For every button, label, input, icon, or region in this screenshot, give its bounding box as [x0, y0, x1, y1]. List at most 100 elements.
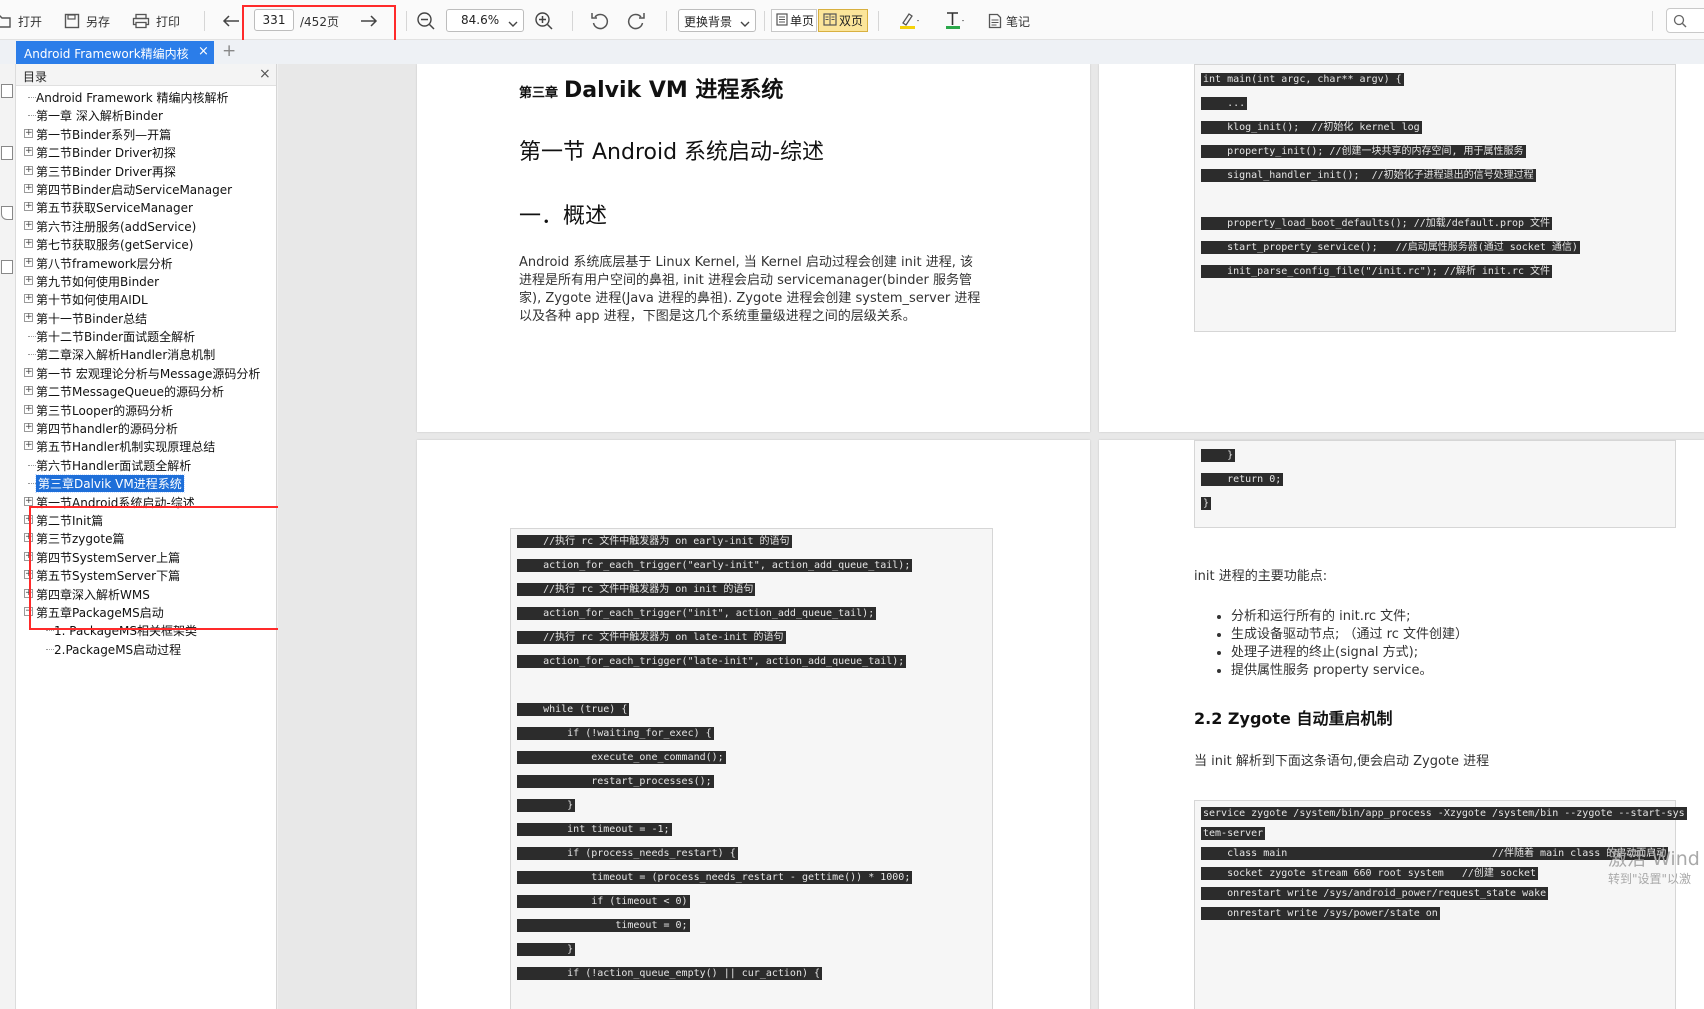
- outline-item[interactable]: + 第三节Binder Driver再探: [16, 161, 276, 179]
- expand-icon[interactable]: +: [24, 386, 33, 396]
- rotate-left-button[interactable]: [590, 10, 610, 32]
- list-item: 处理子进程的终止(signal 方式);: [1231, 644, 1468, 662]
- expand-icon[interactable]: +: [24, 147, 33, 157]
- outline-item[interactable]: Android Framework 精编内核解析: [16, 87, 276, 105]
- page-bottom-right: } return 0;} init 进程的主要功能点: 分析和运行所有的 ini…: [1099, 440, 1704, 1009]
- outline-item[interactable]: + 第一节Binder系列—开篇: [16, 124, 276, 142]
- notes-button[interactable]: 笔记: [988, 10, 1030, 32]
- expand-icon[interactable]: +: [24, 220, 33, 230]
- open-button[interactable]: 打开: [0, 10, 42, 32]
- printer-icon: [132, 13, 150, 29]
- outline-item-label: 2.PackageMS启动过程: [54, 642, 182, 657]
- outline-item[interactable]: + 第十一节Binder总结: [16, 308, 276, 326]
- tab-close-icon[interactable]: ×: [198, 44, 209, 59]
- code-line: class main //伴随着 main class 的启动而启动: [1201, 847, 1669, 860]
- code-line: tem-server: [1201, 827, 1266, 840]
- outline-item-label: 第二章深入解析Handler消息机制: [36, 348, 216, 363]
- zoom-in-button[interactable]: [534, 10, 554, 32]
- document-view[interactable]: 第三章 Dalvik VM 进程系统 第一节 Android 系统启动-综述 一．…: [278, 64, 1704, 1009]
- zoom-out-button[interactable]: [416, 10, 436, 32]
- code-line: service zygote /system/bin/app_process -…: [1201, 807, 1687, 820]
- outline-item[interactable]: + 第四节handler的源码分析: [16, 418, 276, 436]
- expand-icon[interactable]: +: [24, 294, 33, 304]
- zoom-select[interactable]: 84.6%: [446, 9, 524, 32]
- text-color-button[interactable]: [944, 10, 966, 32]
- toolbar-divider: [1652, 11, 1653, 31]
- outline-item[interactable]: + 第二节Binder Driver初探: [16, 142, 276, 160]
- outline-tab-icon[interactable]: [1, 84, 13, 98]
- outline-item[interactable]: + 第五节Handler机制实现原理总结: [16, 436, 276, 454]
- expand-icon[interactable]: +: [24, 312, 33, 322]
- outline-item-label: 第六节Handler面试题全解析: [36, 458, 192, 473]
- expand-icon[interactable]: +: [24, 165, 33, 175]
- annotation-tab-icon[interactable]: [1, 260, 13, 274]
- expand-icon[interactable]: +: [24, 128, 33, 138]
- highlighter-button[interactable]: [898, 10, 920, 32]
- zoom-out-icon: [416, 11, 436, 31]
- thumbnail-tab-icon[interactable]: [1, 206, 13, 220]
- tree-connector: [46, 648, 54, 650]
- code-line: if (process_needs_restart) {: [517, 847, 738, 860]
- list-item: 分析和运行所有的 init.rc 文件;: [1231, 608, 1468, 626]
- code-line: klog_init(); //初始化 kernel log: [1201, 121, 1422, 134]
- arrow-left-icon: [222, 14, 240, 28]
- outline-item[interactable]: + 第七节获取服务(getService): [16, 234, 276, 252]
- code-block: int main(int argc, char** argv) { ... kl…: [1194, 64, 1676, 332]
- expand-icon[interactable]: +: [24, 496, 33, 506]
- code-line: }: [517, 943, 576, 956]
- outline-item[interactable]: 第一章 深入解析Binder: [16, 105, 276, 123]
- search-input[interactable]: [1666, 8, 1704, 33]
- saveas-label: 另存: [86, 14, 111, 29]
- expand-icon[interactable]: +: [24, 202, 33, 212]
- double-page-icon: [823, 12, 837, 29]
- outline-item[interactable]: + 第八节framework层分析: [16, 253, 276, 271]
- expand-icon[interactable]: +: [24, 441, 33, 451]
- add-tab-button[interactable]: +: [222, 41, 236, 61]
- outline-item[interactable]: + 第五节获取ServiceManager: [16, 197, 276, 215]
- rotate-right-button[interactable]: [626, 10, 646, 32]
- text-color-icon: [944, 11, 966, 31]
- outline-item[interactable]: + 第十节如何使用AIDL: [16, 289, 276, 307]
- double-page-button[interactable]: 双页: [818, 9, 868, 32]
- outline-item-label: 第四节handler的源码分析: [36, 422, 178, 437]
- expand-icon[interactable]: +: [24, 423, 33, 433]
- chevron-down-icon: [740, 17, 750, 31]
- code-line: ...: [1201, 97, 1248, 110]
- init-intro: init 进程的主要功能点:: [1194, 569, 1328, 584]
- outline-item[interactable]: + 第三节Looper的源码分析: [16, 400, 276, 418]
- code-line: //执行 rc 文件中触发器为 on late-init 的语句: [517, 631, 786, 644]
- outline-item[interactable]: + 第一节 宏观理论分析与Message源码分析: [16, 363, 276, 381]
- bookmark-tab-icon[interactable]: [1, 146, 13, 160]
- print-button[interactable]: 打印: [132, 10, 180, 32]
- outline-item[interactable]: 第二章深入解析Handler消息机制: [16, 344, 276, 362]
- single-page-button[interactable]: 单页: [771, 9, 817, 32]
- expand-icon[interactable]: +: [24, 183, 33, 193]
- code-line: onrestart write /sys/power/state on: [1201, 907, 1440, 920]
- change-background-select[interactable]: 更换背景: [678, 9, 756, 32]
- outline-close-icon[interactable]: ×: [259, 66, 271, 82]
- print-label: 打印: [156, 14, 181, 29]
- outline-item[interactable]: 2.PackageMS启动过程: [16, 639, 276, 657]
- expand-icon[interactable]: +: [24, 275, 33, 285]
- expand-icon[interactable]: +: [24, 257, 33, 267]
- outline-item[interactable]: + 第二节MessageQueue的源码分析: [16, 381, 276, 399]
- expand-icon[interactable]: +: [24, 404, 33, 414]
- outline-item[interactable]: + 第六节注册服务(addService): [16, 216, 276, 234]
- expand-icon[interactable]: +: [24, 367, 33, 377]
- saveas-button[interactable]: 另存: [64, 10, 110, 32]
- outline-item-label: 第一节 宏观理论分析与Message源码分析: [36, 366, 261, 381]
- page-top-left: 第三章 Dalvik VM 进程系统 第一节 Android 系统启动-综述 一．…: [417, 64, 1090, 432]
- outline-item-label: 第五节Handler机制实现原理总结: [36, 440, 216, 455]
- prev-page-button[interactable]: [222, 10, 240, 32]
- save-icon: [64, 13, 80, 29]
- outline-item[interactable]: 第三章Dalvik VM进程系统: [16, 473, 276, 494]
- outline-item[interactable]: 第十二节Binder面试题全解析: [16, 326, 276, 344]
- background-label: 更换背景: [684, 15, 733, 29]
- outline-item[interactable]: + 第四节Binder启动ServiceManager: [16, 179, 276, 197]
- outline-item[interactable]: + 第九节如何使用Binder: [16, 271, 276, 289]
- tree-connector: [46, 630, 54, 632]
- outline-item-label: 第九节如何使用Binder: [36, 274, 160, 289]
- outline-item[interactable]: 第六节Handler面试题全解析: [16, 455, 276, 473]
- tab-document[interactable]: Android Framework精编内核: [16, 41, 214, 64]
- expand-icon[interactable]: +: [24, 239, 33, 249]
